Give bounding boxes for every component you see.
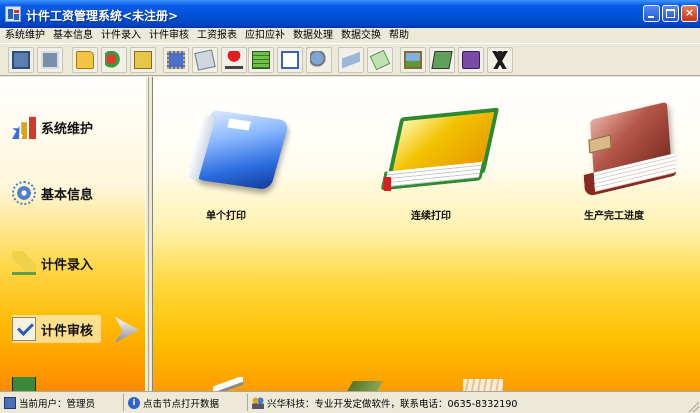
title-bar[interactable]: 计件工资管理系统<未注册> × (0, 0, 700, 28)
tile-label: 单个打印 (206, 211, 246, 222)
picture-icon (404, 51, 422, 69)
green-book-icon (381, 108, 491, 187)
active-arrow-icon (115, 317, 139, 343)
menu-bar: 系统维护 基本信息 计件录入 计件审核 工资报表 应扣应补 数据处理 数据交换 … (0, 28, 700, 43)
tile-single-print[interactable]: 单个打印 (161, 107, 291, 227)
menu-data-exchange[interactable]: 数据交换 (336, 28, 384, 43)
edit-icon (194, 49, 216, 71)
monitor-icon (12, 51, 30, 69)
maximize-icon (666, 9, 675, 18)
info-icon: i (128, 396, 140, 409)
status-hint-text: 点击节点打开数据 (143, 398, 220, 410)
ledger-icon (252, 51, 270, 69)
pencil-icon (431, 51, 453, 69)
app-icon (5, 6, 21, 22)
sidebar-item-piece-entry[interactable]: 计件录入 (12, 249, 93, 277)
folder-icon (76, 51, 94, 69)
work-area: 单个打印 连续打印 生产完工进度 (153, 77, 700, 391)
sidebar-item-label: 计件录入 (41, 257, 94, 273)
toolbar-ledger-button[interactable] (248, 47, 274, 73)
maximize-button[interactable] (662, 5, 679, 22)
menu-system-maintenance[interactable]: 系统维护 (0, 28, 48, 43)
status-company: 兴华科技：专业开发定做软件，联系电话：0635-8332190 (248, 394, 700, 411)
splitter[interactable] (145, 77, 153, 391)
status-hint: i 点击节点打开数据 (124, 394, 248, 411)
menu-piece-entry[interactable]: 计件录入 (96, 28, 144, 43)
bookmark-ribbon-icon (384, 177, 391, 191)
partial-tile-icon (344, 381, 384, 391)
toolbar-monitor-button[interactable] (8, 47, 34, 73)
toolbar-folder-open-button[interactable] (130, 47, 156, 73)
help-book-icon (462, 51, 480, 69)
toolbar-pencil-button[interactable] (429, 47, 455, 73)
menu-basic-info[interactable]: 基本信息 (48, 28, 96, 43)
toolbar-search-button[interactable] (306, 47, 332, 73)
tile-label: 生产完工进度 (584, 211, 644, 222)
toolbar-report-button[interactable] (277, 47, 303, 73)
status-user: 当前用户：管理员 (0, 394, 124, 411)
module-icon (12, 377, 36, 391)
runner-icon (491, 51, 509, 69)
people-icon (252, 396, 264, 409)
toolbar-filter-button[interactable] (338, 47, 364, 73)
tile-label: 连续打印 (411, 211, 451, 222)
resize-grip[interactable] (688, 401, 699, 412)
sidebar-item-more[interactable] (12, 377, 41, 391)
sidebar-item-piece-review[interactable]: 计件审核 (12, 315, 102, 343)
sidebar: 系统维护 基本信息 计件录入 计件审核 (0, 77, 145, 391)
menu-deductions[interactable]: 应扣应补 (240, 28, 288, 43)
toolbar-edit-button[interactable] (192, 47, 218, 73)
toolbar-refresh-button[interactable] (101, 47, 127, 73)
report-icon (281, 51, 299, 69)
sidebar-item-label: 计件审核 (41, 323, 94, 339)
blue-book-icon (192, 109, 290, 191)
close-icon: × (684, 6, 695, 19)
menu-wage-report[interactable]: 工资报表 (192, 28, 240, 43)
book-tab-icon (227, 118, 252, 131)
toolbar-exit-button[interactable] (487, 47, 513, 73)
partial-tile-icon (463, 379, 503, 391)
umbrella-icon (225, 51, 243, 69)
menu-piece-review[interactable]: 计件审核 (144, 28, 192, 43)
pencil-icon (12, 251, 36, 275)
bar-chart-icon (12, 116, 36, 139)
sidebar-item-system-maintenance[interactable]: 系统维护 (12, 113, 93, 141)
screen-icon (41, 51, 59, 69)
menu-data-processing[interactable]: 数据处理 (288, 28, 336, 43)
toolbar-umbrella-button[interactable] (221, 47, 247, 73)
menu-help[interactable]: 帮助 (384, 28, 412, 43)
tile-production-progress[interactable]: 生产完工进度 (549, 107, 679, 227)
toolbar-help-book-button[interactable] (458, 47, 484, 73)
sidebar-item-label: 基本信息 (41, 187, 94, 203)
check-icon (12, 317, 36, 341)
status-company-text: 兴华科技：专业开发定做软件，联系电话：0635-8332190 (267, 398, 518, 410)
copy-icon (167, 51, 185, 69)
tag-icon (369, 49, 391, 71)
search-icon (310, 51, 328, 69)
toolbar (0, 43, 700, 76)
sidebar-item-label: 系统维护 (41, 121, 94, 137)
toolbar-tag-button[interactable] (367, 47, 393, 73)
sidebar-item-basic-info[interactable]: 基本信息 (12, 179, 93, 207)
user-icon (4, 396, 16, 409)
tile-continuous-print[interactable]: 连续打印 (366, 107, 496, 227)
minimize-icon (648, 16, 654, 18)
toolbar-picture-button[interactable] (400, 47, 426, 73)
window-title: 计件工资管理系统<未注册> (26, 9, 179, 23)
refresh-icon (105, 51, 123, 69)
toolbar-folder-button[interactable] (72, 47, 98, 73)
toolbar-copy-button[interactable] (163, 47, 189, 73)
filter-icon (342, 51, 360, 69)
minimize-button[interactable] (643, 5, 660, 22)
partial-tile-icon (213, 377, 243, 391)
status-user-text: 当前用户：管理员 (19, 398, 96, 410)
main-content: 系统维护 基本信息 计件录入 计件审核 单个打印 连续打印 生产完工进度 (0, 77, 700, 391)
close-button[interactable]: × (681, 5, 698, 22)
status-bar: 当前用户：管理员 i 点击节点打开数据 兴华科技：专业开发定做软件，联系电话：0… (0, 391, 700, 413)
toolbar-screen-button[interactable] (37, 47, 63, 73)
folder-open-icon (134, 51, 152, 69)
gear-icon (12, 181, 36, 205)
app-window: 计件工资管理系统<未注册> × 系统维护 基本信息 计件录入 计件审核 工资报表… (0, 0, 700, 413)
